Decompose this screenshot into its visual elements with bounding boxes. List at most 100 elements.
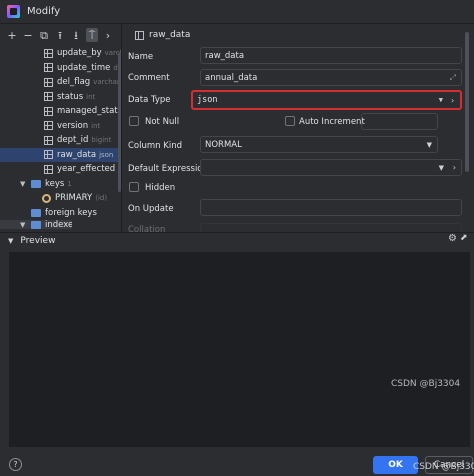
column-name: status <box>57 91 84 102</box>
ok-button[interactable]: OK <box>373 456 418 474</box>
key-icon <box>42 193 51 203</box>
keys-count: 1 <box>67 179 72 188</box>
chevron-down-icon[interactable]: ▼ <box>439 164 444 172</box>
not-null-checkbox[interactable] <box>129 116 139 126</box>
primary-key-label: PRIMARY <box>55 193 93 204</box>
column-icon <box>44 164 53 174</box>
chevron-down-icon[interactable]: ▼ <box>439 96 443 104</box>
watermark-text: CSDN @Bj3304 <box>391 379 461 389</box>
properties-scrollbar[interactable] <box>465 32 469 172</box>
move-down-icon[interactable]: ⭳ <box>70 28 82 42</box>
column-type: int <box>91 121 101 130</box>
comment-label: Comment <box>128 73 170 83</box>
data-type-label: Data Type <box>128 95 171 105</box>
tab-label: raw_data <box>149 30 191 40</box>
watermark-text: CSDN @Bj3304 <box>413 462 474 472</box>
hidden-label: Hidden <box>145 183 176 193</box>
app-logo-icon <box>7 5 20 18</box>
folder-icon <box>31 208 41 217</box>
chevron-right-icon[interactable]: › <box>453 163 456 172</box>
column-type: int <box>86 92 96 101</box>
collation-label: Collation <box>128 225 166 232</box>
column-name: update_by <box>57 48 102 59</box>
foreign-keys-label: foreign keys <box>45 207 97 218</box>
tree-scrollbar[interactable] <box>118 52 121 192</box>
column-icon <box>44 77 53 87</box>
column-kind-label: Column Kind <box>128 141 182 151</box>
comment-value: annual_data <box>205 72 258 83</box>
tree-primary-row[interactable]: PRIMARY (id) <box>0 191 118 206</box>
hidden-checkbox[interactable] <box>129 182 139 192</box>
chevron-down-icon[interactable]: ▼ <box>20 221 29 229</box>
auto-increment-checkbox[interactable] <box>285 116 295 126</box>
help-icon[interactable]: ? <box>9 458 22 471</box>
comment-field[interactable]: annual_data ⤢ <box>200 69 462 86</box>
primary-key-detail: (id) <box>95 194 108 203</box>
expand-icon[interactable]: ⤢ <box>450 73 456 83</box>
tree-column-row[interactable]: update_by varchar(… <box>0 46 121 61</box>
properties-panel: raw_data Name raw_data Comment annual_da… <box>123 24 474 232</box>
on-update-field[interactable] <box>200 199 462 216</box>
collation-field[interactable] <box>200 223 462 232</box>
tree-foreign-keys-row[interactable]: foreign keys <box>0 206 118 221</box>
properties-tab[interactable]: raw_data <box>135 30 190 40</box>
on-update-label: On Update <box>128 204 174 214</box>
gear-icon[interactable]: ⚙ <box>448 233 457 244</box>
name-value: raw_data <box>205 50 245 61</box>
window-title: Modify <box>27 6 61 17</box>
column-type: bigint <box>91 136 112 145</box>
keys-label: keys <box>45 178 65 189</box>
remove-icon[interactable]: − <box>22 28 34 42</box>
chevron-down-icon[interactable]: ▼ <box>20 180 29 188</box>
data-type-field[interactable]: json ▼ › <box>191 90 462 110</box>
column-name: managed_status <box>57 106 122 117</box>
folder-icon <box>31 179 41 188</box>
tree-column-row[interactable]: dept_id bigint <box>0 133 118 148</box>
column-name: update_time <box>57 62 111 73</box>
copy-icon[interactable]: ⧉ <box>38 28 50 42</box>
key-toggle-icon[interactable]: ⍑ <box>86 28 98 42</box>
tree-column-row[interactable]: update_time datetin <box>0 61 121 76</box>
column-icon <box>44 106 53 116</box>
name-field[interactable]: raw_data <box>200 47 462 64</box>
tree-column-row[interactable]: del_flag varchar(1) = <box>0 75 121 90</box>
tree-column-row[interactable]: managed_status ir <box>0 104 121 119</box>
column-icon <box>135 30 144 40</box>
auto-increment-label: Auto Increment <box>299 117 365 127</box>
column-icon <box>44 48 53 58</box>
column-name: dept_id <box>57 135 89 146</box>
chevron-down-icon[interactable]: ▼ <box>427 141 432 149</box>
column-icon <box>44 92 53 102</box>
structure-tree: update_by varchar(… update_time datetin … <box>0 46 121 229</box>
column-kind-select[interactable]: NORMAL ▼ <box>200 136 438 153</box>
chevron-down-icon[interactable]: ▼ <box>8 237 13 245</box>
column-name: raw_data <box>57 149 97 160</box>
column-name: version <box>57 120 89 131</box>
chevron-right-icon[interactable]: › <box>450 96 455 105</box>
column-icon <box>44 121 53 131</box>
default-expression-label: Default Expression <box>128 164 208 174</box>
open-in-new-icon[interactable]: ⬈ <box>460 233 468 243</box>
column-icon <box>44 150 53 160</box>
preview-area[interactable] <box>9 252 470 447</box>
move-up-icon[interactable]: ⭱ <box>54 28 66 42</box>
column-icon <box>44 135 53 145</box>
auto-increment-start-field[interactable] <box>361 113 438 130</box>
column-type: json <box>99 150 114 159</box>
tree-keys-row[interactable]: ▼ keys 1 <box>0 177 118 192</box>
chevron-right-icon[interactable]: › <box>102 28 114 42</box>
tree-column-row-selected[interactable]: raw_data json <box>0 147 118 162</box>
indexes-label: indexes <box>45 220 72 229</box>
preview-header[interactable]: ▼ Preview <box>0 232 474 249</box>
structure-toolbar: + − ⧉ ⭱ ⭳ ⍑ › <box>0 24 121 46</box>
name-label: Name <box>128 52 154 62</box>
tree-indexes-row[interactable]: ▼ indexes 1 <box>0 220 72 229</box>
tree-column-row[interactable]: status int <box>0 90 118 105</box>
default-expression-field[interactable]: ▼ › <box>200 159 462 176</box>
column-name: year_effected <box>57 164 116 175</box>
tree-column-row[interactable]: version int <box>0 119 118 134</box>
title-bar: Modify <box>0 0 474 24</box>
tree-column-row[interactable]: year_effected int <box>0 162 121 177</box>
not-null-label: Not Null <box>145 117 180 127</box>
add-icon[interactable]: + <box>6 28 18 42</box>
